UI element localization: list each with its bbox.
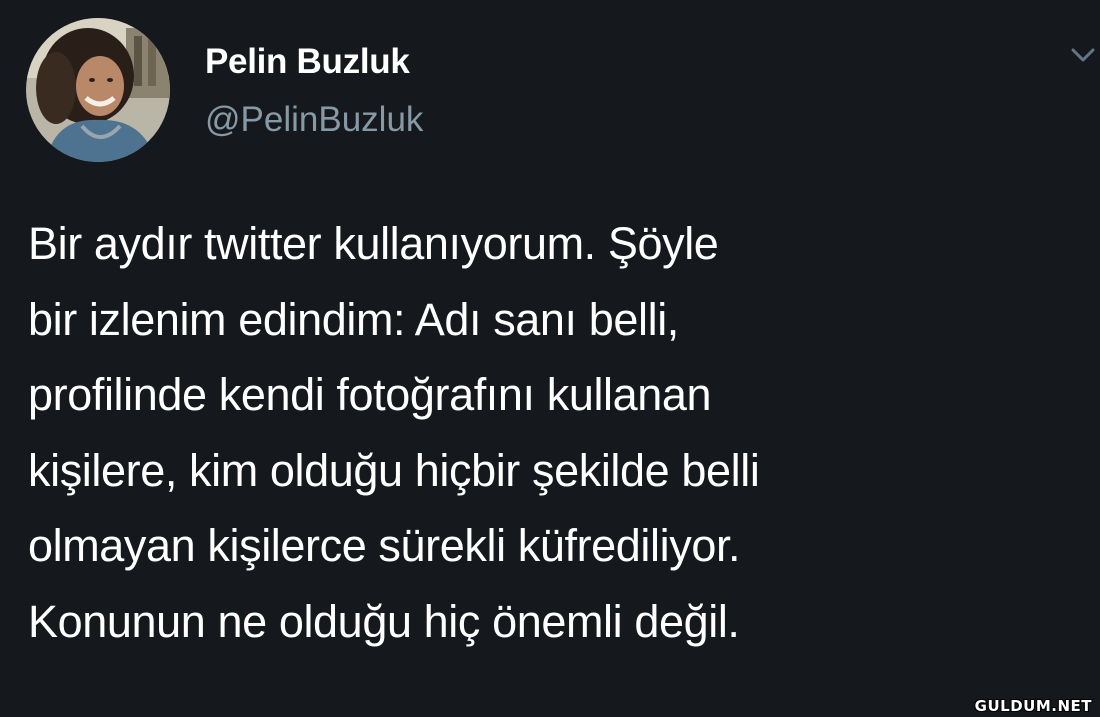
profile-photo-icon [26,18,170,162]
tweet-line: bir izlenim edindim: Adı sanı belli, [28,293,679,345]
tweet-line: olmayan kişilerce sürekli küfrediliyor. [28,520,741,571]
tweet-card: Pelin Buzluk @PelinBuzluk Bir aydır twit… [0,0,1100,717]
tweet-line: kişilere, kim olduğu hiçbir şekilde bell… [28,444,760,496]
user-handle[interactable]: @PelinBuzluk [205,98,423,142]
site-watermark: GULDUM.NET [974,697,1092,715]
chevron-down-icon[interactable] [1066,40,1100,70]
tweet-line: profilinde kendi fotoğrafını kullanan [28,369,712,420]
tweet-line: Bir aydır twitter kullanıyorum. Şöyle [28,218,719,269]
tweet-line: Konunun ne olduğu hiç önemli değil. [28,595,740,647]
tweet-text: Bir aydır twitter kullanıyorum. Şöyle bi… [28,206,1088,659]
display-name[interactable]: Pelin Buzluk [205,40,410,84]
avatar[interactable] [26,18,170,162]
